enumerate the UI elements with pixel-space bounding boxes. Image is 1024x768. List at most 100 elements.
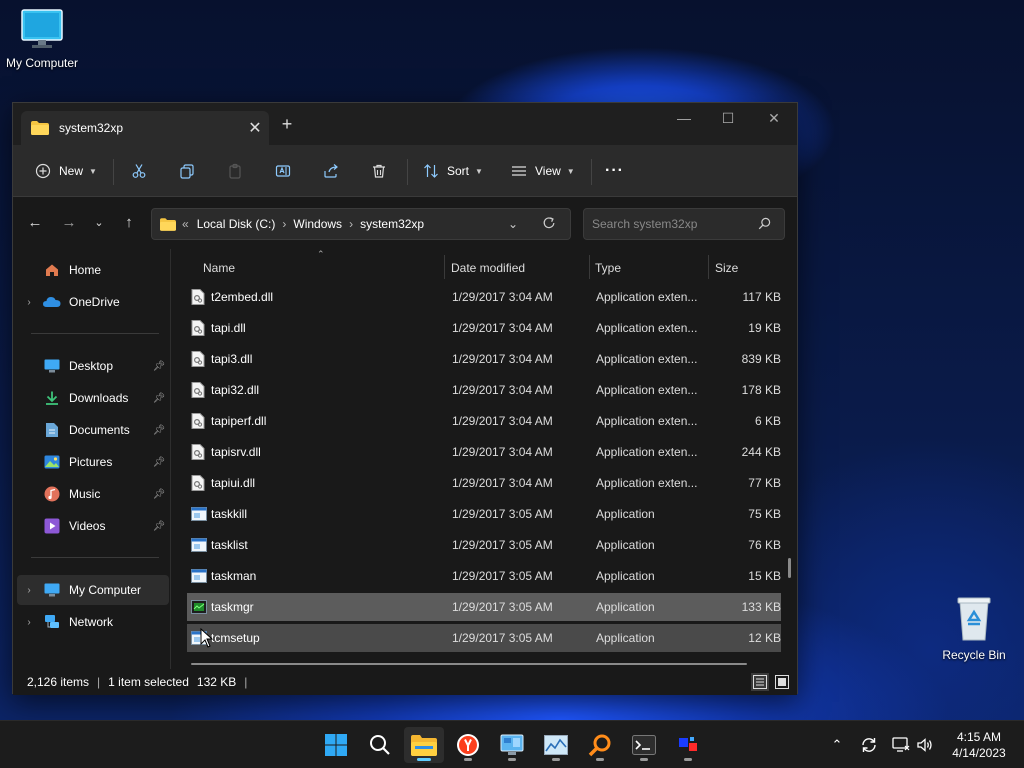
- address-dropdown-button[interactable]: ⌄: [508, 217, 518, 231]
- command-bar: New ▼ Sort ▼ View ▼ ···: [13, 145, 797, 197]
- breadcrumb-local-disk[interactable]: Local Disk (C:): [197, 217, 276, 231]
- show-hidden-icons-button[interactable]: ⌃: [826, 731, 848, 759]
- close-button[interactable]: ✕: [751, 103, 797, 133]
- file-size: 6 KB: [754, 414, 781, 428]
- nav-item-music[interactable]: Music 📌︎: [17, 479, 169, 509]
- copy-icon: [177, 161, 197, 181]
- tiles-view-button[interactable]: [773, 673, 791, 691]
- yandex-browser-icon: [457, 734, 479, 756]
- sort-button[interactable]: Sort ▼: [421, 157, 483, 185]
- nav-item-downloads[interactable]: Downloads 📌︎: [17, 383, 169, 413]
- clock[interactable]: 4:15 AM 4/14/2023: [944, 729, 1014, 761]
- column-header-size[interactable]: Size: [715, 253, 738, 283]
- start-button[interactable]: [316, 727, 356, 763]
- file-row[interactable]: tapi32.dll 1/29/2017 3:04 AM Application e…: [187, 376, 781, 404]
- tab-close-button[interactable]: ✕: [241, 118, 269, 138]
- column-divider[interactable]: [589, 255, 590, 279]
- taskbar-yandex-browser[interactable]: [448, 727, 488, 763]
- back-button[interactable]: ←: [23, 211, 47, 235]
- view-list-icon: [509, 161, 529, 181]
- pin-icon[interactable]: 📌︎: [149, 521, 169, 532]
- cut-button[interactable]: [129, 157, 149, 185]
- nav-item-documents[interactable]: Documents 📌︎: [17, 415, 169, 445]
- pin-icon[interactable]: 📌︎: [149, 393, 169, 404]
- taskbar-app[interactable]: [668, 727, 708, 763]
- pin-icon[interactable]: 📌︎: [149, 425, 169, 436]
- pin-icon[interactable]: 📌︎: [149, 457, 169, 468]
- file-row[interactable]: tapiperf.dll 1/29/2017 3:04 AM Application…: [187, 407, 781, 435]
- breadcrumb-windows[interactable]: Windows: [293, 217, 342, 231]
- file-row[interactable]: taskman 1/29/2017 3:05 AM Application 15 KB: [187, 562, 781, 590]
- up-button[interactable]: ↑: [117, 211, 141, 235]
- file-row[interactable]: tapi.dll 1/29/2017 3:04 AM Application ext…: [187, 314, 781, 342]
- file-row[interactable]: tcmsetup 1/29/2017 3:05 AM Application 12 K…: [187, 624, 781, 652]
- file-row[interactable]: t2embed.dll 1/29/2017 3:04 AM Application …: [187, 283, 781, 311]
- file-row[interactable]: tapi3.dll 1/29/2017 3:04 AM Application ex…: [187, 345, 781, 373]
- file-row[interactable]: taskkill 1/29/2017 3:05 AM Application 75 K…: [187, 500, 781, 528]
- nav-item-desktop[interactable]: Desktop 📌︎: [17, 351, 169, 381]
- tab-system32xp[interactable]: system32xp ✕: [21, 111, 269, 145]
- nav-item-videos[interactable]: Videos 📌︎: [17, 511, 169, 541]
- details-view-button[interactable]: [751, 673, 769, 691]
- file-row[interactable]: tapisrv.dll 1/29/2017 3:04 AM Application …: [187, 438, 781, 466]
- desktop-icon-my-computer[interactable]: My Computer: [0, 8, 84, 70]
- desktop-icon-recycle-bin[interactable]: Recycle Bin: [932, 594, 1016, 662]
- new-tab-button[interactable]: +: [275, 113, 299, 137]
- minimize-button[interactable]: —: [661, 103, 707, 133]
- search-input[interactable]: Search system32xp: [583, 208, 785, 240]
- taskbar-file-explorer[interactable]: [404, 727, 444, 763]
- terminal-icon: [632, 735, 656, 755]
- dll-file-icon: [191, 314, 207, 342]
- desktop-icon-label: Recycle Bin: [942, 648, 1006, 662]
- taskbar-resource-monitor[interactable]: [536, 727, 576, 763]
- copy-button[interactable]: [177, 157, 197, 185]
- delete-button[interactable]: [369, 157, 389, 185]
- rename-button[interactable]: [273, 157, 293, 185]
- breadcrumb-system32xp[interactable]: system32xp: [360, 217, 424, 231]
- network-status-icon[interactable]: [890, 731, 912, 759]
- view-button[interactable]: View ▼: [509, 157, 575, 185]
- column-header-type[interactable]: Type: [595, 253, 621, 283]
- app-icon: [679, 737, 697, 751]
- column-header-name[interactable]: Name: [203, 253, 235, 283]
- nav-item-home[interactable]: Home: [17, 255, 169, 285]
- file-size: 76 KB: [748, 538, 781, 552]
- taskbar-search-tool[interactable]: [580, 727, 620, 763]
- pin-icon[interactable]: 📌︎: [149, 361, 169, 372]
- paste-button[interactable]: [225, 157, 245, 185]
- refresh-button[interactable]: [542, 216, 558, 232]
- address-bar[interactable]: « Local Disk (C:) › Windows › system32xp…: [151, 208, 571, 240]
- chevron-right-icon[interactable]: ›: [17, 617, 41, 628]
- nav-item-pictures[interactable]: Pictures 📌︎: [17, 447, 169, 477]
- taskbar-terminal[interactable]: [624, 727, 664, 763]
- chevron-right-icon[interactable]: ›: [17, 585, 41, 596]
- column-divider[interactable]: [444, 255, 445, 279]
- overflow-crumb[interactable]: «: [182, 217, 189, 231]
- chevron-right-icon[interactable]: ›: [17, 297, 41, 308]
- column-divider[interactable]: [708, 255, 709, 279]
- more-options-button[interactable]: ···: [605, 157, 624, 185]
- dll-file-icon: [191, 469, 207, 497]
- nav-item-network[interactable]: › Network: [17, 607, 169, 637]
- recent-locations-button[interactable]: ⌄: [87, 211, 111, 235]
- taskbar-search-button[interactable]: [360, 727, 400, 763]
- sync-icon[interactable]: [858, 731, 880, 759]
- search-placeholder: Search system32xp: [592, 217, 698, 231]
- file-row[interactable]: taskmgr 1/29/2017 3:05 AM Application 133 K…: [187, 593, 781, 621]
- share-button[interactable]: [321, 157, 341, 185]
- forward-button[interactable]: →: [57, 211, 81, 235]
- column-header-date[interactable]: Date modified: [451, 253, 525, 283]
- pin-icon[interactable]: 📌︎: [149, 489, 169, 500]
- file-name: tasklist: [211, 538, 248, 552]
- vertical-scrollbar[interactable]: [788, 558, 791, 578]
- taskbar-control-panel[interactable]: [492, 727, 532, 763]
- maximize-button[interactable]: ☐: [705, 103, 751, 133]
- clock-date: 4/14/2023: [952, 746, 1006, 760]
- nav-item-onedrive[interactable]: › OneDrive: [17, 287, 169, 317]
- nav-item-my-computer[interactable]: › My Computer: [17, 575, 169, 605]
- volume-icon[interactable]: [914, 731, 936, 759]
- file-row[interactable]: tapiui.dll 1/29/2017 3:04 AM Application e…: [187, 469, 781, 497]
- horizontal-scrollbar[interactable]: [191, 663, 747, 665]
- new-button[interactable]: New ▼: [33, 157, 97, 185]
- file-row[interactable]: tasklist 1/29/2017 3:05 AM Application 76 K…: [187, 531, 781, 559]
